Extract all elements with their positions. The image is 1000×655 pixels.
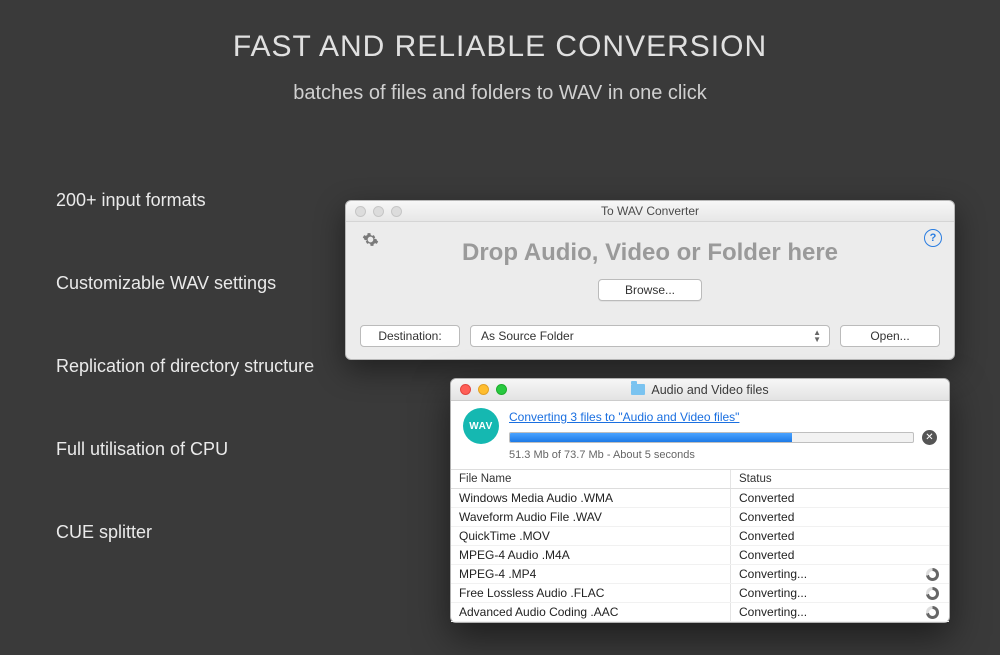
drop-zone-text[interactable]: Drop Audio, Video or Folder here (346, 239, 954, 267)
status-text: Converted (739, 548, 794, 562)
progress-link[interactable]: Converting 3 files to "Audio and Video f… (509, 410, 739, 424)
cell-status: Converted (731, 489, 949, 507)
table-row[interactable]: Free Lossless Audio .FLAC Converting... (451, 584, 949, 603)
feature-item: Customizable WAV settings (56, 273, 314, 294)
progress-area: WAV Converting 3 files to "Audio and Vid… (451, 401, 949, 470)
table-row[interactable]: Windows Media Audio .WMA Converted (451, 489, 949, 508)
feature-item: CUE splitter (56, 522, 314, 543)
table-row[interactable]: MPEG-4 Audio .M4A Converted (451, 546, 949, 565)
table-row[interactable]: MPEG-4 .MP4 Converting... (451, 565, 949, 584)
cell-status: Converting... (731, 584, 949, 602)
cell-filename: Windows Media Audio .WMA (451, 489, 731, 507)
titlebar: Audio and Video files (451, 379, 949, 401)
cell-filename: QuickTime .MOV (451, 527, 731, 545)
destination-row: Destination: As Source Folder ▲▼ Open... (360, 325, 940, 347)
progress-fill (510, 433, 792, 442)
col-status[interactable]: Status (731, 470, 949, 488)
headline: FAST AND RELIABLE CONVERSION (0, 30, 1000, 64)
feature-item: Replication of directory structure (56, 356, 314, 377)
cell-filename: Waveform Audio File .WAV (451, 508, 731, 526)
cell-filename: MPEG-4 .MP4 (451, 565, 731, 583)
table-row[interactable]: Advanced Audio Coding .AAC Converting... (451, 603, 949, 622)
chevron-updown-icon: ▲▼ (813, 329, 821, 343)
feature-item: Full utilisation of CPU (56, 439, 314, 460)
window-title: Audio and Video files (451, 383, 949, 397)
titlebar: To WAV Converter (346, 201, 954, 222)
status-text: Converted (739, 529, 794, 543)
col-filename[interactable]: File Name (451, 470, 731, 488)
window-title-text: Audio and Video files (651, 383, 768, 397)
cell-status: Converting... (731, 565, 949, 583)
destination-button[interactable]: Destination: (360, 325, 460, 347)
folder-icon (631, 384, 645, 395)
spinner-icon (926, 587, 939, 600)
subheadline: batches of files and folders to WAV in o… (0, 82, 1000, 105)
status-text: Converting... (739, 586, 807, 600)
cancel-button[interactable]: ✕ (922, 430, 937, 445)
feature-list: 200+ input formats Customizable WAV setti… (56, 190, 314, 543)
cell-status: Converted (731, 546, 949, 564)
converter-window: To WAV Converter ? Drop Audio, Video or … (345, 200, 955, 360)
status-text: Converted (739, 491, 794, 505)
status-text: Converted (739, 510, 794, 524)
open-button[interactable]: Open... (840, 325, 940, 347)
destination-select[interactable]: As Source Folder ▲▼ (470, 325, 830, 347)
cell-status: Converted (731, 527, 949, 545)
feature-item: 200+ input formats (56, 190, 314, 211)
progress-text-block: Converting 3 files to "Audio and Video f… (509, 408, 937, 461)
status-text: Converting... (739, 567, 807, 581)
table-row[interactable]: Waveform Audio File .WAV Converted (451, 508, 949, 527)
progress-bar (509, 432, 914, 443)
cell-status: Converting... (731, 603, 949, 621)
table-body: Windows Media Audio .WMAConvertedWavefor… (451, 489, 949, 622)
cell-filename: Free Lossless Audio .FLAC (451, 584, 731, 602)
destination-value: As Source Folder (481, 329, 574, 343)
cell-filename: Advanced Audio Coding .AAC (451, 603, 731, 621)
spinner-icon (926, 606, 939, 619)
spinner-icon (926, 568, 939, 581)
browse-button[interactable]: Browse... (598, 279, 702, 301)
cell-status: Converted (731, 508, 949, 526)
progress-window: Audio and Video files WAV Converting 3 f… (450, 378, 950, 623)
table-header: File Name Status (451, 470, 949, 489)
cell-filename: MPEG-4 Audio .M4A (451, 546, 731, 564)
wav-icon: WAV (463, 408, 499, 444)
progress-stats: 51.3 Mb of 73.7 Mb - About 5 seconds (509, 449, 937, 461)
table-row[interactable]: QuickTime .MOV Converted (451, 527, 949, 546)
status-text: Converting... (739, 605, 807, 619)
window-title: To WAV Converter (346, 204, 954, 218)
